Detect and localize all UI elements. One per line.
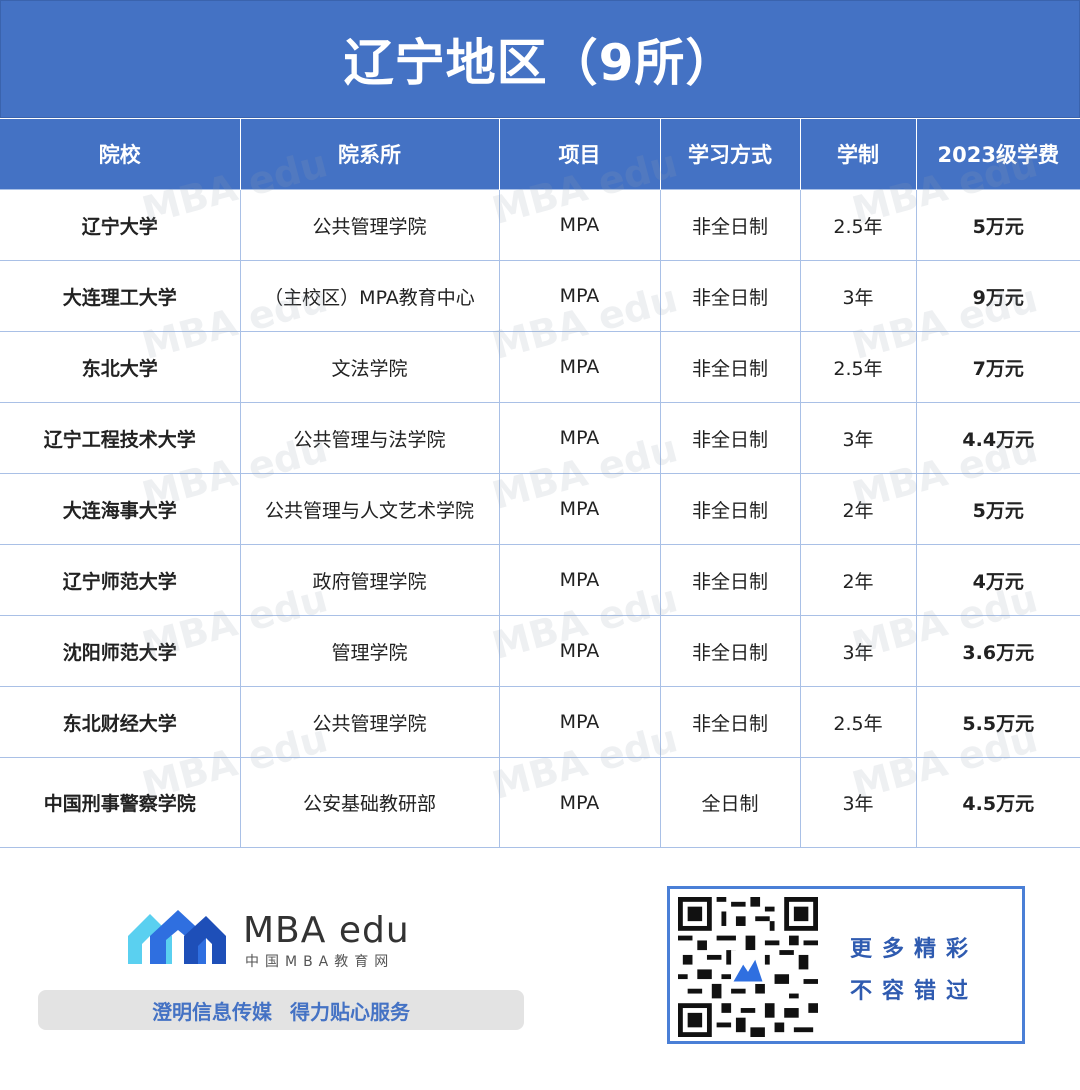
header-tuition: 2023级学费: [916, 118, 1080, 190]
header-school: 院校: [0, 118, 241, 190]
table-row: 沈阳师范大学 管理学院 MPA 非全日制 3年 3.6万元: [0, 615, 1080, 687]
tuition-fee: 7万元: [915, 331, 1080, 403]
footer: MBA edu 中国MBA教育网 澄明信息传媒 得力贴心服务 更多精彩 不容错过: [0, 844, 1080, 1090]
logo-subtitle: 中国MBA教育网: [245, 954, 395, 970]
duration: 3年: [799, 615, 917, 687]
school-name: 大连理工大学: [0, 260, 241, 332]
study-mode: 非全日制: [659, 544, 801, 616]
department: 公共管理学院: [239, 189, 500, 261]
program: MPA: [498, 686, 661, 758]
department: 公共管理与法学院: [239, 402, 500, 474]
tuition-fee: 4万元: [915, 544, 1080, 616]
duration: 2.5年: [799, 686, 917, 758]
qr-caption-line1: 更多精彩: [850, 937, 979, 962]
program: MPA: [498, 473, 661, 545]
table-row: 东北大学 文法学院 MPA 非全日制 2.5年 7万元: [0, 331, 1080, 403]
qr-card: 更多精彩 不容错过: [667, 886, 1025, 1044]
department: （主校区）MPA教育中心: [239, 260, 500, 332]
house-logo-icon: [128, 910, 226, 964]
program: MPA: [498, 189, 661, 261]
tuition-fee: 3.6万元: [915, 615, 1080, 687]
study-mode: 非全日制: [659, 260, 801, 332]
table-row: 辽宁工程技术大学 公共管理与法学院 MPA 非全日制 3年 4.4万元: [0, 402, 1080, 474]
school-name: 辽宁师范大学: [0, 544, 241, 616]
tuition-fee: 5万元: [915, 189, 1080, 261]
tuition-fee: 4.5万元: [915, 757, 1080, 848]
duration: 3年: [799, 757, 917, 848]
page: 辽宁地区（9所） 院校 院系所 项目 学习方式 学制 2023级学费 辽宁大学 …: [0, 0, 1080, 1090]
table-row: 辽宁师范大学 政府管理学院 MPA 非全日制 2年 4万元: [0, 544, 1080, 616]
table-header-row: 院校 院系所 项目 学习方式 学制 2023级学费: [0, 118, 1080, 190]
department: 文法学院: [239, 331, 500, 403]
duration: 2年: [799, 544, 917, 616]
study-mode: 非全日制: [659, 189, 801, 261]
study-mode: 非全日制: [659, 331, 801, 403]
slogan-right: 得力贴心服务: [290, 999, 410, 1024]
qr-caption-line2: 不容错过: [850, 979, 979, 1004]
program: MPA: [498, 544, 661, 616]
school-name: 中国刑事警察学院: [0, 757, 241, 848]
department: 公共管理与人文艺术学院: [239, 473, 500, 545]
department: 管理学院: [239, 615, 500, 687]
department: 公安基础教研部: [239, 757, 500, 848]
logo-text: MBA edu: [243, 910, 410, 951]
program: MPA: [498, 260, 661, 332]
tuition-fee: 5万元: [915, 473, 1080, 545]
slogan-left: 澄明信息传媒: [152, 999, 272, 1024]
table-row: 东北财经大学 公共管理学院 MPA 非全日制 2.5年 5.5万元: [0, 686, 1080, 758]
program: MPA: [498, 757, 661, 848]
mbaedu-logo: MBA edu 中国MBA教育网: [128, 908, 428, 970]
table-row: 大连海事大学 公共管理与人文艺术学院 MPA 非全日制 2年 5万元: [0, 473, 1080, 545]
study-mode: 非全日制: [659, 686, 801, 758]
qr-code-icon[interactable]: [678, 897, 818, 1037]
table-row: 大连理工大学 （主校区）MPA教育中心 MPA 非全日制 3年 9万元: [0, 260, 1080, 332]
program: MPA: [498, 615, 661, 687]
school-name: 辽宁工程技术大学: [0, 402, 241, 474]
school-name: 东北大学: [0, 331, 241, 403]
school-name: 辽宁大学: [0, 189, 241, 261]
header-duration: 学制: [800, 118, 917, 190]
tuition-fee: 4.4万元: [915, 402, 1080, 474]
program: MPA: [498, 402, 661, 474]
table-row: 中国刑事警察学院 公安基础教研部 MPA 全日制 3年 4.5万元: [0, 757, 1080, 848]
page-title: 辽宁地区（9所）: [0, 0, 1080, 118]
study-mode: 全日制: [659, 757, 801, 848]
department: 公共管理学院: [239, 686, 500, 758]
study-mode: 非全日制: [659, 402, 801, 474]
tuition-fee: 9万元: [915, 260, 1080, 332]
header-study-mode: 学习方式: [660, 118, 801, 190]
duration: 2年: [799, 473, 917, 545]
study-mode: 非全日制: [659, 615, 801, 687]
school-name: 沈阳师范大学: [0, 615, 241, 687]
header-department: 院系所: [240, 118, 500, 190]
school-name: 东北财经大学: [0, 686, 241, 758]
department: 政府管理学院: [239, 544, 500, 616]
slogan-banner: 澄明信息传媒 得力贴心服务: [38, 990, 524, 1030]
duration: 3年: [799, 260, 917, 332]
school-name: 大连海事大学: [0, 473, 241, 545]
program: MPA: [498, 331, 661, 403]
duration: 2.5年: [799, 189, 917, 261]
duration: 3年: [799, 402, 917, 474]
duration: 2.5年: [799, 331, 917, 403]
tuition-table: 院校 院系所 项目 学习方式 学制 2023级学费 辽宁大学 公共管理学院 MP…: [0, 118, 1080, 848]
table-row: 辽宁大学 公共管理学院 MPA 非全日制 2.5年 5万元: [0, 189, 1080, 261]
header-program: 项目: [499, 118, 661, 190]
tuition-fee: 5.5万元: [915, 686, 1080, 758]
study-mode: 非全日制: [659, 473, 801, 545]
